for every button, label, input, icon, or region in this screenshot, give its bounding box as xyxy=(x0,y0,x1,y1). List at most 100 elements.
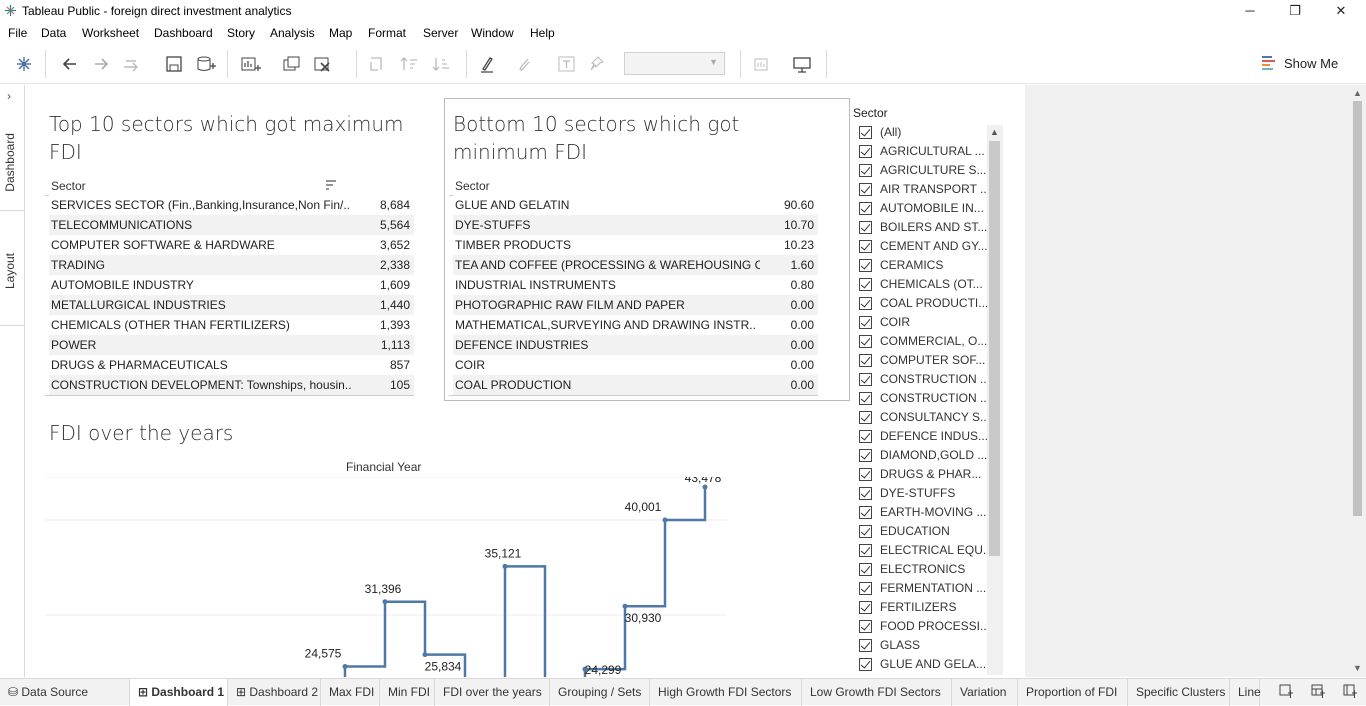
pin-icon[interactable] xyxy=(586,54,608,74)
undo-icon[interactable] xyxy=(59,54,81,74)
table-row[interactable]: TIMBER PRODUCTS 10.23 xyxy=(453,235,818,255)
data-point[interactable] xyxy=(662,517,668,523)
table-row[interactable]: GLUE AND GELATIN 90.60 xyxy=(453,195,818,215)
checkbox-checked[interactable] xyxy=(859,658,872,671)
sheet-tab[interactable]: FDI over the years xyxy=(435,679,550,706)
checkbox-checked[interactable] xyxy=(859,430,872,443)
sheet-tab[interactable]: Grouping / Sets xyxy=(550,679,650,706)
sheet-tab[interactable]: Max FDI xyxy=(321,679,380,706)
table-row[interactable]: DEFENCE INDUSTRIES 0.00 xyxy=(453,335,818,355)
attach-icon[interactable] xyxy=(514,54,536,74)
table-row[interactable]: METALLURGICAL INDUSTRIES 1,440 xyxy=(49,295,414,315)
show-cards-icon[interactable] xyxy=(752,54,774,74)
filter-item[interactable]: CONSTRUCTION ... xyxy=(857,371,990,390)
sort-icon[interactable] xyxy=(325,180,337,190)
sheet-tab[interactable]: Line xyxy=(1230,679,1261,706)
close-button[interactable]: ✕ xyxy=(1326,2,1356,20)
menu-file[interactable]: File xyxy=(8,26,27,40)
filter-item[interactable]: CONSULTANCY S... xyxy=(857,409,990,428)
table-row[interactable]: COMPUTER SOFTWARE & HARDWARE 3,652 xyxy=(49,235,414,255)
tableau-home-icon[interactable] xyxy=(13,54,35,74)
checkbox-checked[interactable] xyxy=(859,373,872,386)
filter-item[interactable]: ELECTRICAL EQU... xyxy=(857,542,993,561)
checkbox-checked[interactable] xyxy=(859,316,872,329)
filter-item[interactable]: AGRICULTURE S... xyxy=(857,162,987,181)
sort-ascending-icon[interactable] xyxy=(398,54,420,74)
table-row[interactable]: PHOTOGRAPHIC RAW FILM AND PAPER 0.00 xyxy=(453,295,818,315)
table-row[interactable]: SERVICES SECTOR (Fin.,Banking,Insurance,… xyxy=(49,195,414,215)
checkbox-checked[interactable] xyxy=(859,145,872,158)
checkbox-checked[interactable] xyxy=(859,392,872,405)
sheet-tab[interactable]: ⊞ Dashboard 2 xyxy=(228,679,321,706)
filter-item[interactable]: DIAMOND,GOLD ... xyxy=(857,447,987,466)
data-point[interactable] xyxy=(702,484,708,490)
checkbox-checked[interactable] xyxy=(859,601,872,614)
sheet-tab[interactable]: ⊞ Dashboard 1 xyxy=(130,679,228,706)
checkbox-checked[interactable] xyxy=(859,468,872,481)
data-point[interactable] xyxy=(622,603,628,609)
checkbox-checked[interactable] xyxy=(859,126,872,139)
sheet-tab[interactable]: Specific Clusters xyxy=(1128,679,1230,706)
text-label-icon[interactable] xyxy=(556,54,578,74)
data-point[interactable] xyxy=(342,664,348,670)
menu-window[interactable]: Window xyxy=(471,26,514,40)
menu-server[interactable]: Server xyxy=(423,26,458,40)
menu-format[interactable]: Format xyxy=(368,26,406,40)
table-row[interactable]: MATHEMATICAL,SURVEYING AND DRAWING INSTR… xyxy=(453,315,818,335)
table-row[interactable]: COAL PRODUCTION 0.00 xyxy=(453,375,818,395)
show-me-button[interactable]: Show Me xyxy=(1262,56,1338,71)
table-row[interactable]: POWER 1,113 xyxy=(49,335,414,355)
save-icon[interactable] xyxy=(163,54,185,74)
table-row[interactable]: AUTOMOBILE INDUSTRY 1,609 xyxy=(49,275,414,295)
side-tab-dashboard[interactable]: Dashboard xyxy=(3,133,17,192)
expand-chevron-icon[interactable]: › xyxy=(7,89,11,103)
checkbox-checked[interactable] xyxy=(859,259,872,272)
table-row[interactable]: TELECOMMUNICATIONS 5,564 xyxy=(49,215,414,235)
checkbox-checked[interactable] xyxy=(859,487,872,500)
filter-item[interactable]: AUTOMOBILE IN... xyxy=(857,200,987,219)
scroll-down-icon[interactable]: ▼ xyxy=(1353,663,1362,673)
highlight-icon[interactable] xyxy=(477,54,499,74)
side-tab-layout[interactable]: Layout xyxy=(3,253,17,289)
fit-dropdown[interactable]: ▼ xyxy=(624,52,725,75)
checkbox-checked[interactable] xyxy=(859,240,872,253)
new-dashboard-tab-icon[interactable] xyxy=(1311,684,1325,698)
filter-scrollbar[interactable]: ▲ xyxy=(987,125,1003,675)
menu-map[interactable]: Map xyxy=(329,26,352,40)
data-point[interactable] xyxy=(382,599,388,605)
menu-analysis[interactable]: Analysis xyxy=(270,26,315,40)
filter-item[interactable]: FERTILIZERS xyxy=(857,599,987,618)
checkbox-checked[interactable] xyxy=(859,620,872,633)
filter-item[interactable]: FOOD PROCESSI... xyxy=(857,618,990,637)
scroll-up-icon[interactable]: ▲ xyxy=(1353,88,1362,98)
filter-item[interactable]: ELECTRONICS xyxy=(857,561,987,580)
filter-item[interactable]: COAL PRODUCTI... xyxy=(857,295,988,314)
sheet-tab[interactable]: ⛁ Data Source xyxy=(0,679,130,706)
checkbox-checked[interactable] xyxy=(859,297,872,310)
bottom10-column-header[interactable]: Sector xyxy=(455,179,490,193)
filter-item[interactable]: DYE-STUFFS xyxy=(857,485,987,504)
table-row[interactable]: CONSTRUCTION DEVELOPMENT: Townships, hou… xyxy=(49,375,414,395)
menu-dashboard[interactable]: Dashboard xyxy=(154,26,213,40)
filter-item[interactable]: DRUGS & PHAR... xyxy=(857,466,987,485)
filter-item[interactable]: COIR xyxy=(857,314,987,333)
filter-item[interactable]: GLUE AND GELA... xyxy=(857,656,987,675)
data-point[interactable] xyxy=(422,652,428,658)
checkbox-checked[interactable] xyxy=(859,639,872,652)
replay-icon[interactable] xyxy=(121,54,143,74)
filter-item[interactable]: COMMERCIAL, O... xyxy=(857,333,987,352)
menu-data[interactable]: Data xyxy=(41,26,66,40)
filter-item[interactable]: (All) xyxy=(857,124,987,143)
checkbox-checked[interactable] xyxy=(859,563,872,576)
new-data-source-icon[interactable] xyxy=(195,54,217,74)
table-row[interactable]: DYE-STUFFS 10.70 xyxy=(453,215,818,235)
checkbox-checked[interactable] xyxy=(859,202,872,215)
checkbox-checked[interactable] xyxy=(859,525,872,538)
sheet-tab[interactable]: High Growth FDI Sectors xyxy=(650,679,802,706)
presentation-mode-icon[interactable] xyxy=(791,54,813,74)
filter-item[interactable]: COMPUTER SOF... xyxy=(857,352,987,371)
table-row[interactable]: TEA AND COFFEE (PROCESSING & WAREHOUSING… xyxy=(453,255,818,275)
checkbox-checked[interactable] xyxy=(859,335,872,348)
sheet-tab[interactable]: Min FDI xyxy=(380,679,435,706)
filter-item[interactable]: AIR TRANSPORT ... xyxy=(857,181,990,200)
